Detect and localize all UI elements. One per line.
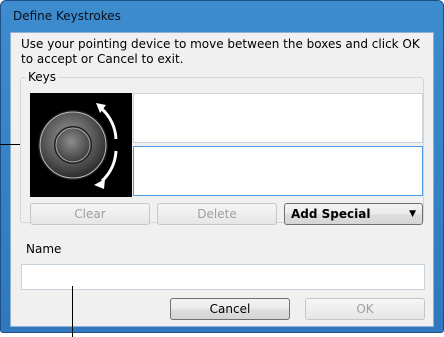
clear-button[interactable]: Clear bbox=[30, 203, 150, 225]
name-label: Name bbox=[26, 242, 62, 256]
add-special-label: Add Special bbox=[291, 207, 371, 221]
dialog-body: Use your pointing device to move between… bbox=[10, 32, 434, 327]
keys-group-label: Keys bbox=[26, 70, 59, 84]
touch-ring-icon bbox=[30, 93, 132, 197]
title-bar[interactable]: Define Keystrokes bbox=[1, 1, 444, 32]
cancel-button[interactable]: Cancel bbox=[170, 298, 290, 320]
keystroke-field-2[interactable] bbox=[133, 146, 423, 196]
callout-line-bottom bbox=[72, 286, 73, 337]
keystroke-field-1[interactable] bbox=[133, 93, 423, 143]
window-title: Define Keystrokes bbox=[13, 9, 121, 23]
add-special-dropdown[interactable]: Add Special ▼ bbox=[284, 203, 423, 225]
callout-line-left bbox=[0, 144, 20, 145]
ok-button[interactable]: OK bbox=[305, 298, 425, 320]
chevron-down-icon: ▼ bbox=[409, 209, 416, 219]
delete-button[interactable]: Delete bbox=[157, 203, 277, 225]
dialog-window: Define Keystrokes Use your pointing devi… bbox=[0, 0, 444, 333]
name-input[interactable] bbox=[21, 264, 425, 290]
instructions-text: Use your pointing device to move between… bbox=[21, 37, 420, 66]
